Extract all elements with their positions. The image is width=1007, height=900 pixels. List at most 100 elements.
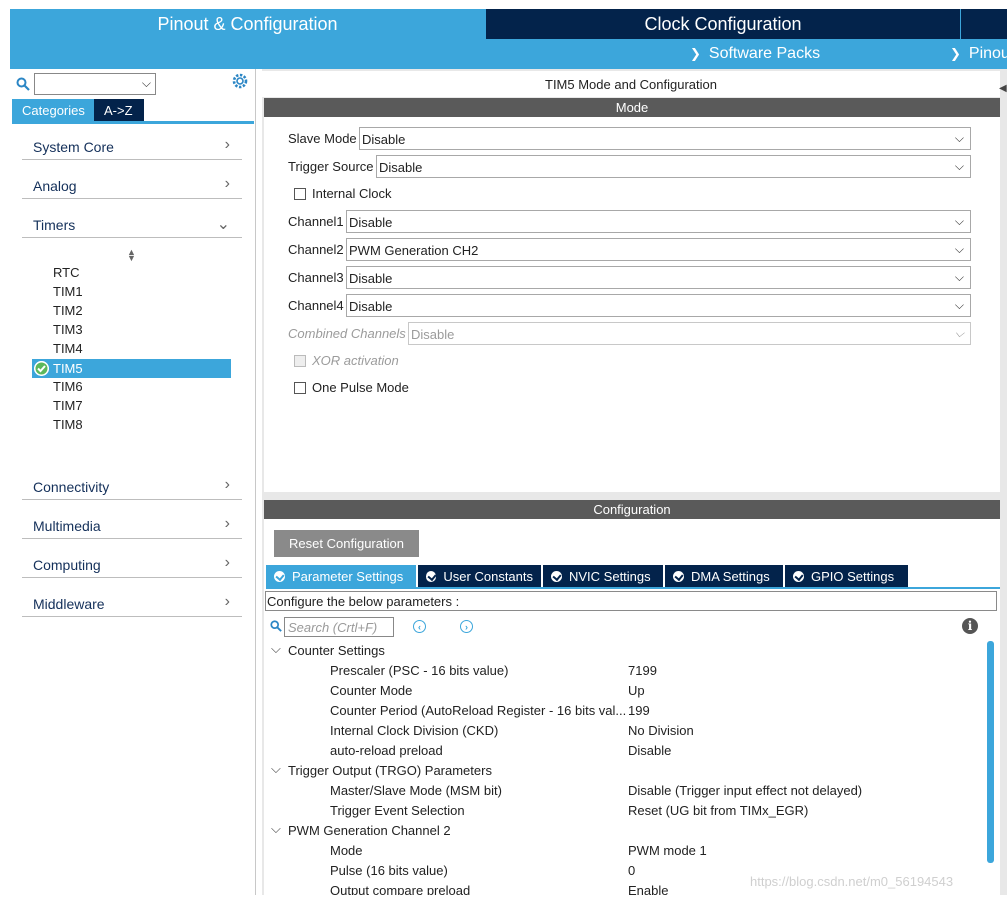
param-name: Pulse (16 bits value) — [330, 863, 448, 878]
timer-item-tim4[interactable]: TIM4 — [53, 341, 83, 356]
select-value: Disable — [349, 271, 393, 286]
sort-arrows-icon[interactable]: ▲ ▼ — [127, 248, 136, 263]
tab-gpio-settings[interactable]: GPIO Settings — [785, 565, 908, 587]
parameter-search-input[interactable] — [284, 617, 394, 637]
category-connectivity[interactable]: Connectivity › — [22, 474, 242, 500]
param-value[interactable]: Disable — [628, 743, 671, 758]
param-row[interactable]: Trigger Event Selection Reset (UG bit fro… — [264, 801, 984, 821]
timer-item-tim6[interactable]: TIM6 — [53, 379, 83, 394]
info-icon[interactable]: i — [962, 618, 978, 634]
tab-clock-configuration[interactable]: Clock Configuration — [486, 9, 960, 39]
param-row[interactable]: Internal Clock Division (CKD) No Division — [264, 721, 984, 741]
scroll-up-icon[interactable]: ◀ — [999, 83, 1007, 94]
tab-underline — [266, 587, 1000, 589]
tab-label: User Constants — [443, 568, 533, 584]
configuration-section: Reset Configuration Parameter Settings U… — [264, 519, 1000, 895]
timer-item-tim8[interactable]: TIM8 — [53, 417, 83, 432]
param-row[interactable]: Prescaler (PSC - 16 bits value) 7199 — [264, 661, 984, 681]
chevron-down-icon: ⌵ — [954, 298, 964, 312]
param-row[interactable]: Master/Slave Mode (MSM bit) Disable (Trig… — [264, 781, 984, 801]
param-row[interactable]: Counter Mode Up — [264, 681, 984, 701]
search-next-icon[interactable]: › — [460, 620, 473, 633]
pinout-menu[interactable]: ❯ Pinout — [950, 43, 1007, 65]
param-row[interactable]: auto-reload preload Disable — [264, 741, 984, 761]
tab-categories[interactable]: Categories — [12, 99, 94, 121]
select-value: Disable — [362, 132, 406, 147]
vertical-scrollbar[interactable] — [987, 641, 994, 863]
channel4-select[interactable]: Disable ⌵ — [346, 294, 971, 317]
group-title: Trigger Output (TRGO) Parameters — [288, 763, 492, 778]
group-counter-settings[interactable]: ⌵ Counter Settings — [264, 641, 984, 661]
param-name: Prescaler (PSC - 16 bits value) — [330, 663, 509, 678]
category-analog[interactable]: Analog › — [22, 173, 242, 199]
channel1-select[interactable]: Disable ⌵ — [346, 210, 971, 233]
tab-nvic-settings[interactable]: NVIC Settings — [543, 565, 663, 587]
combined-channels-select: Disable ⌵ — [408, 322, 971, 345]
select-value: Disable — [379, 160, 423, 175]
timer-item-tim3[interactable]: TIM3 — [53, 322, 83, 337]
one-pulse-mode-checkbox[interactable] — [294, 382, 306, 394]
search-icon — [270, 620, 282, 632]
trigger-source-label: Trigger Source — [288, 159, 374, 174]
reset-configuration-button[interactable]: Reset Configuration — [274, 530, 419, 557]
category-computing[interactable]: Computing › — [22, 552, 242, 578]
category-label: Computing — [33, 557, 101, 573]
param-value[interactable]: Up — [628, 683, 645, 698]
group-trigger-output[interactable]: ⌵ Trigger Output (TRGO) Parameters — [264, 761, 984, 781]
param-row[interactable]: Counter Period (AutoReload Register - 16… — [264, 701, 984, 721]
slave-mode-select[interactable]: Disable ⌵ — [359, 127, 971, 150]
select-value: Disable — [349, 299, 393, 314]
timer-item-tim1[interactable]: TIM1 — [53, 284, 83, 299]
tab-overflow[interactable] — [961, 9, 1007, 39]
category-multimedia[interactable]: Multimedia › — [22, 513, 242, 539]
category-timers[interactable]: Timers ⌄ — [22, 212, 242, 238]
channel2-select[interactable]: PWM Generation CH2 ⌵ — [346, 238, 971, 261]
param-value[interactable]: Disable (Trigger input effect not delaye… — [628, 783, 862, 798]
chevron-down-icon: ❯ — [690, 46, 701, 61]
tab-user-constants[interactable]: User Constants — [418, 565, 541, 587]
tab-a-to-z[interactable]: A->Z — [94, 99, 144, 121]
channel3-select[interactable]: Disable ⌵ — [346, 266, 971, 289]
chevron-down-icon: ⌵ — [954, 242, 964, 256]
category-middleware[interactable]: Middleware › — [22, 591, 242, 617]
timer-item-tim2[interactable]: TIM2 — [53, 303, 83, 318]
param-row[interactable]: Mode PWM mode 1 — [264, 841, 984, 861]
software-packs-menu[interactable]: ❯ Software Packs — [690, 43, 820, 65]
tab-dma-settings[interactable]: DMA Settings — [665, 565, 783, 587]
param-name: Output compare preload — [330, 883, 471, 895]
param-value[interactable]: Enable — [628, 883, 668, 895]
chevron-down-icon: ⌵ — [954, 131, 964, 145]
param-value[interactable]: 199 — [628, 703, 650, 718]
checkbox-label: Internal Clock — [312, 186, 392, 201]
channel4-label: Channel4 — [288, 298, 344, 313]
param-value[interactable]: 7199 — [628, 663, 657, 678]
select-value: Disable — [349, 215, 393, 230]
param-value[interactable]: Reset (UG bit from TIMx_EGR) — [628, 803, 808, 818]
gear-icon[interactable] — [231, 72, 249, 90]
timer-item-rtc[interactable]: RTC — [53, 265, 79, 280]
chevron-right-icon: › — [224, 554, 230, 571]
category-label: Connectivity — [33, 479, 110, 495]
slave-mode-label: Slave Mode — [288, 131, 357, 146]
configuration-section-header: Configuration — [264, 500, 1000, 519]
internal-clock-checkbox[interactable] — [294, 188, 306, 200]
param-value[interactable]: No Division — [628, 723, 694, 738]
tab-parameter-settings[interactable]: Parameter Settings — [266, 565, 416, 587]
tab-label: Clock Configuration — [644, 13, 802, 34]
sidebar-view-tabs: Categories A->Z — [12, 99, 144, 121]
param-value[interactable]: 0 — [628, 863, 635, 878]
tab-pinout-configuration[interactable]: Pinout & Configuration — [10, 9, 485, 39]
menu-label: Software Packs — [708, 45, 821, 62]
timer-item-tim5-selected[interactable]: TIM5 — [32, 359, 231, 378]
search-previous-icon[interactable]: ‹ — [413, 620, 426, 633]
mode-and-configuration-panel: TIM5 Mode and Configuration ◀ Mode Slave… — [262, 69, 1007, 895]
timer-item-tim7[interactable]: TIM7 — [53, 398, 83, 413]
param-value[interactable]: PWM mode 1 — [628, 843, 707, 858]
xor-activation-checkbox — [294, 355, 306, 367]
category-system-core[interactable]: System Core › — [22, 134, 242, 160]
search-combobox[interactable]: ⌵ — [34, 73, 156, 95]
check-circle-icon — [673, 570, 684, 582]
trigger-source-select[interactable]: Disable ⌵ — [376, 155, 971, 178]
check-circle-icon — [34, 361, 49, 376]
group-pwm-generation-channel-2[interactable]: ⌵ PWM Generation Channel 2 — [264, 821, 984, 841]
